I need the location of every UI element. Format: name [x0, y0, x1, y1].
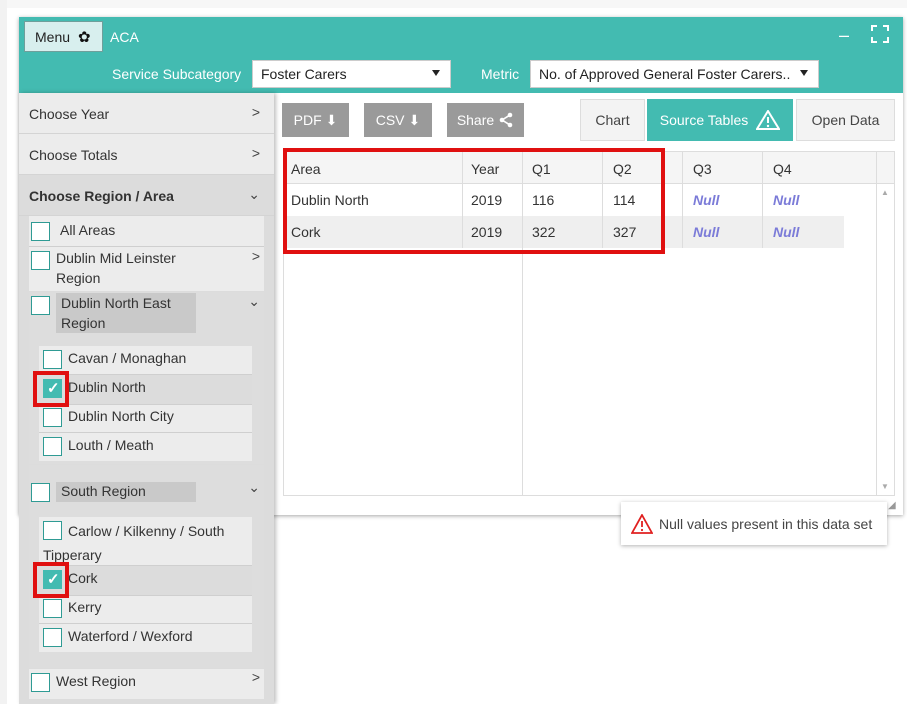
sidebar-item-label: Choose Totals — [29, 147, 118, 163]
subcategory-select[interactable]: Foster Carers — [252, 60, 451, 88]
dublin-mid-leinster-checkbox[interactable] — [31, 251, 50, 270]
minimize-icon[interactable]: – — [839, 25, 849, 46]
metric-select[interactable]: No. of Approved General Foster Carers.. — [530, 60, 819, 88]
null-values-text: Null values present in this data set — [659, 515, 873, 532]
metric-value: No. of Approved General Foster Carers.. — [539, 66, 791, 82]
louth-meath-checkbox[interactable] — [43, 437, 62, 456]
waterford-wexford-label: Waterford / Wexford — [68, 628, 193, 644]
kerry-label: Kerry — [68, 599, 102, 615]
scroll-up-icon[interactable]: ▲ — [881, 188, 889, 197]
west-region-label: West Region — [56, 673, 136, 689]
title-bar: Menu ✿ ACA – — [19, 17, 903, 54]
share-label: Share — [456, 112, 495, 128]
dublin-north-label: Dublin North — [68, 379, 146, 395]
cell-q4: Null — [773, 224, 800, 240]
sidebar-item-label: Choose Year — [29, 106, 110, 122]
tab-chart-label: Chart — [595, 112, 630, 128]
cell-q3: Null — [693, 192, 720, 208]
carlow-kilkenny-label: Carlow / Kilkenny / South Tipperary — [43, 523, 225, 563]
chevron-down-icon: ⌄ — [248, 186, 260, 202]
all-areas-checkbox[interactable] — [31, 222, 50, 241]
download-icon: ⬇ — [408, 111, 421, 128]
chevron-down-icon[interactable]: ⌄ — [248, 293, 260, 310]
pdf-button[interactable]: PDF ⬇ — [282, 103, 349, 137]
tab-source-tables[interactable]: Source Tables — [647, 99, 793, 141]
metric-label: Metric — [481, 66, 520, 82]
header-q4: Q4 — [773, 161, 792, 177]
kerry-checkbox[interactable] — [43, 599, 62, 618]
west-region-checkbox[interactable] — [31, 673, 50, 692]
dublin-mid-leinster-label: Dublin Mid Leinster Region — [56, 250, 176, 286]
resize-handle-icon[interactable]: ◢ — [888, 500, 896, 511]
chevron-right-icon: > — [251, 145, 260, 161]
chevron-right-icon: > — [251, 104, 260, 120]
top-strip — [0, 0, 907, 8]
sidebar-item-choose-region[interactable]: Choose Region / Area ⌄ — [19, 175, 274, 216]
fullscreen-icon[interactable] — [871, 25, 889, 43]
highlight-box-cork — [33, 562, 69, 598]
menu-label: Menu — [35, 28, 71, 45]
pdf-label: PDF — [293, 112, 322, 128]
warning-icon — [756, 110, 781, 130]
sidebar-item-choose-totals[interactable]: Choose Totals > — [19, 134, 274, 175]
dublin-north-city-label: Dublin North City — [68, 408, 174, 424]
highlight-box-dublin-north — [33, 371, 69, 407]
csv-label: CSV — [375, 112, 405, 128]
dublin-north-east-label: Dublin North East Region — [61, 295, 171, 331]
tab-chart[interactable]: Chart — [580, 99, 645, 141]
south-region-label: South Region — [61, 483, 146, 499]
sidebar-item-label: Choose Region / Area — [29, 188, 174, 204]
share-icon — [499, 112, 513, 128]
share-button[interactable]: Share — [447, 103, 524, 137]
app-title: ACA — [110, 29, 139, 45]
cell-q3: Null — [693, 224, 720, 240]
dublin-north-city-checkbox[interactable] — [43, 408, 62, 427]
dublin-north-east-checkbox[interactable] — [31, 296, 50, 315]
tab-open-data-label: Open Data — [811, 112, 880, 128]
chevron-down-icon — [432, 70, 440, 76]
all-areas-label: All Areas — [60, 222, 116, 238]
download-icon: ⬇ — [325, 111, 338, 128]
scroll-down-icon[interactable]: ▼ — [881, 482, 889, 491]
cavan-monaghan-checkbox[interactable] — [43, 350, 62, 369]
header-q3: Q3 — [693, 161, 712, 177]
chevron-right-icon[interactable]: > — [252, 248, 260, 264]
left-strip — [0, 0, 7, 704]
waterford-wexford-checkbox[interactable] — [43, 628, 62, 647]
chevron-down-icon[interactable]: ⌄ — [248, 479, 260, 496]
subcategory-label: Service Subcategory — [112, 66, 242, 82]
warning-icon — [631, 513, 653, 534]
csv-button[interactable]: CSV ⬇ — [364, 103, 432, 137]
tab-open-data[interactable]: Open Data — [796, 99, 895, 141]
cork-label: Cork — [68, 570, 98, 586]
cavan-monaghan-label: Cavan / Monaghan — [68, 350, 187, 366]
south-region-checkbox[interactable] — [31, 483, 50, 502]
menu-button[interactable]: Menu ✿ — [24, 21, 103, 52]
null-values-note: Null values present in this data set — [621, 502, 887, 545]
sidebar-item-choose-year[interactable]: Choose Year > — [19, 93, 274, 134]
highlight-box-table — [283, 148, 665, 254]
louth-meath-label: Louth / Meath — [68, 437, 154, 453]
chevron-right-icon[interactable]: > — [252, 669, 260, 685]
gear-icon: ✿ — [78, 28, 91, 46]
subcategory-value: Foster Carers — [261, 66, 347, 82]
tab-source-tables-label: Source Tables — [659, 112, 749, 128]
chevron-down-icon — [800, 70, 808, 76]
cell-q4: Null — [773, 192, 800, 208]
